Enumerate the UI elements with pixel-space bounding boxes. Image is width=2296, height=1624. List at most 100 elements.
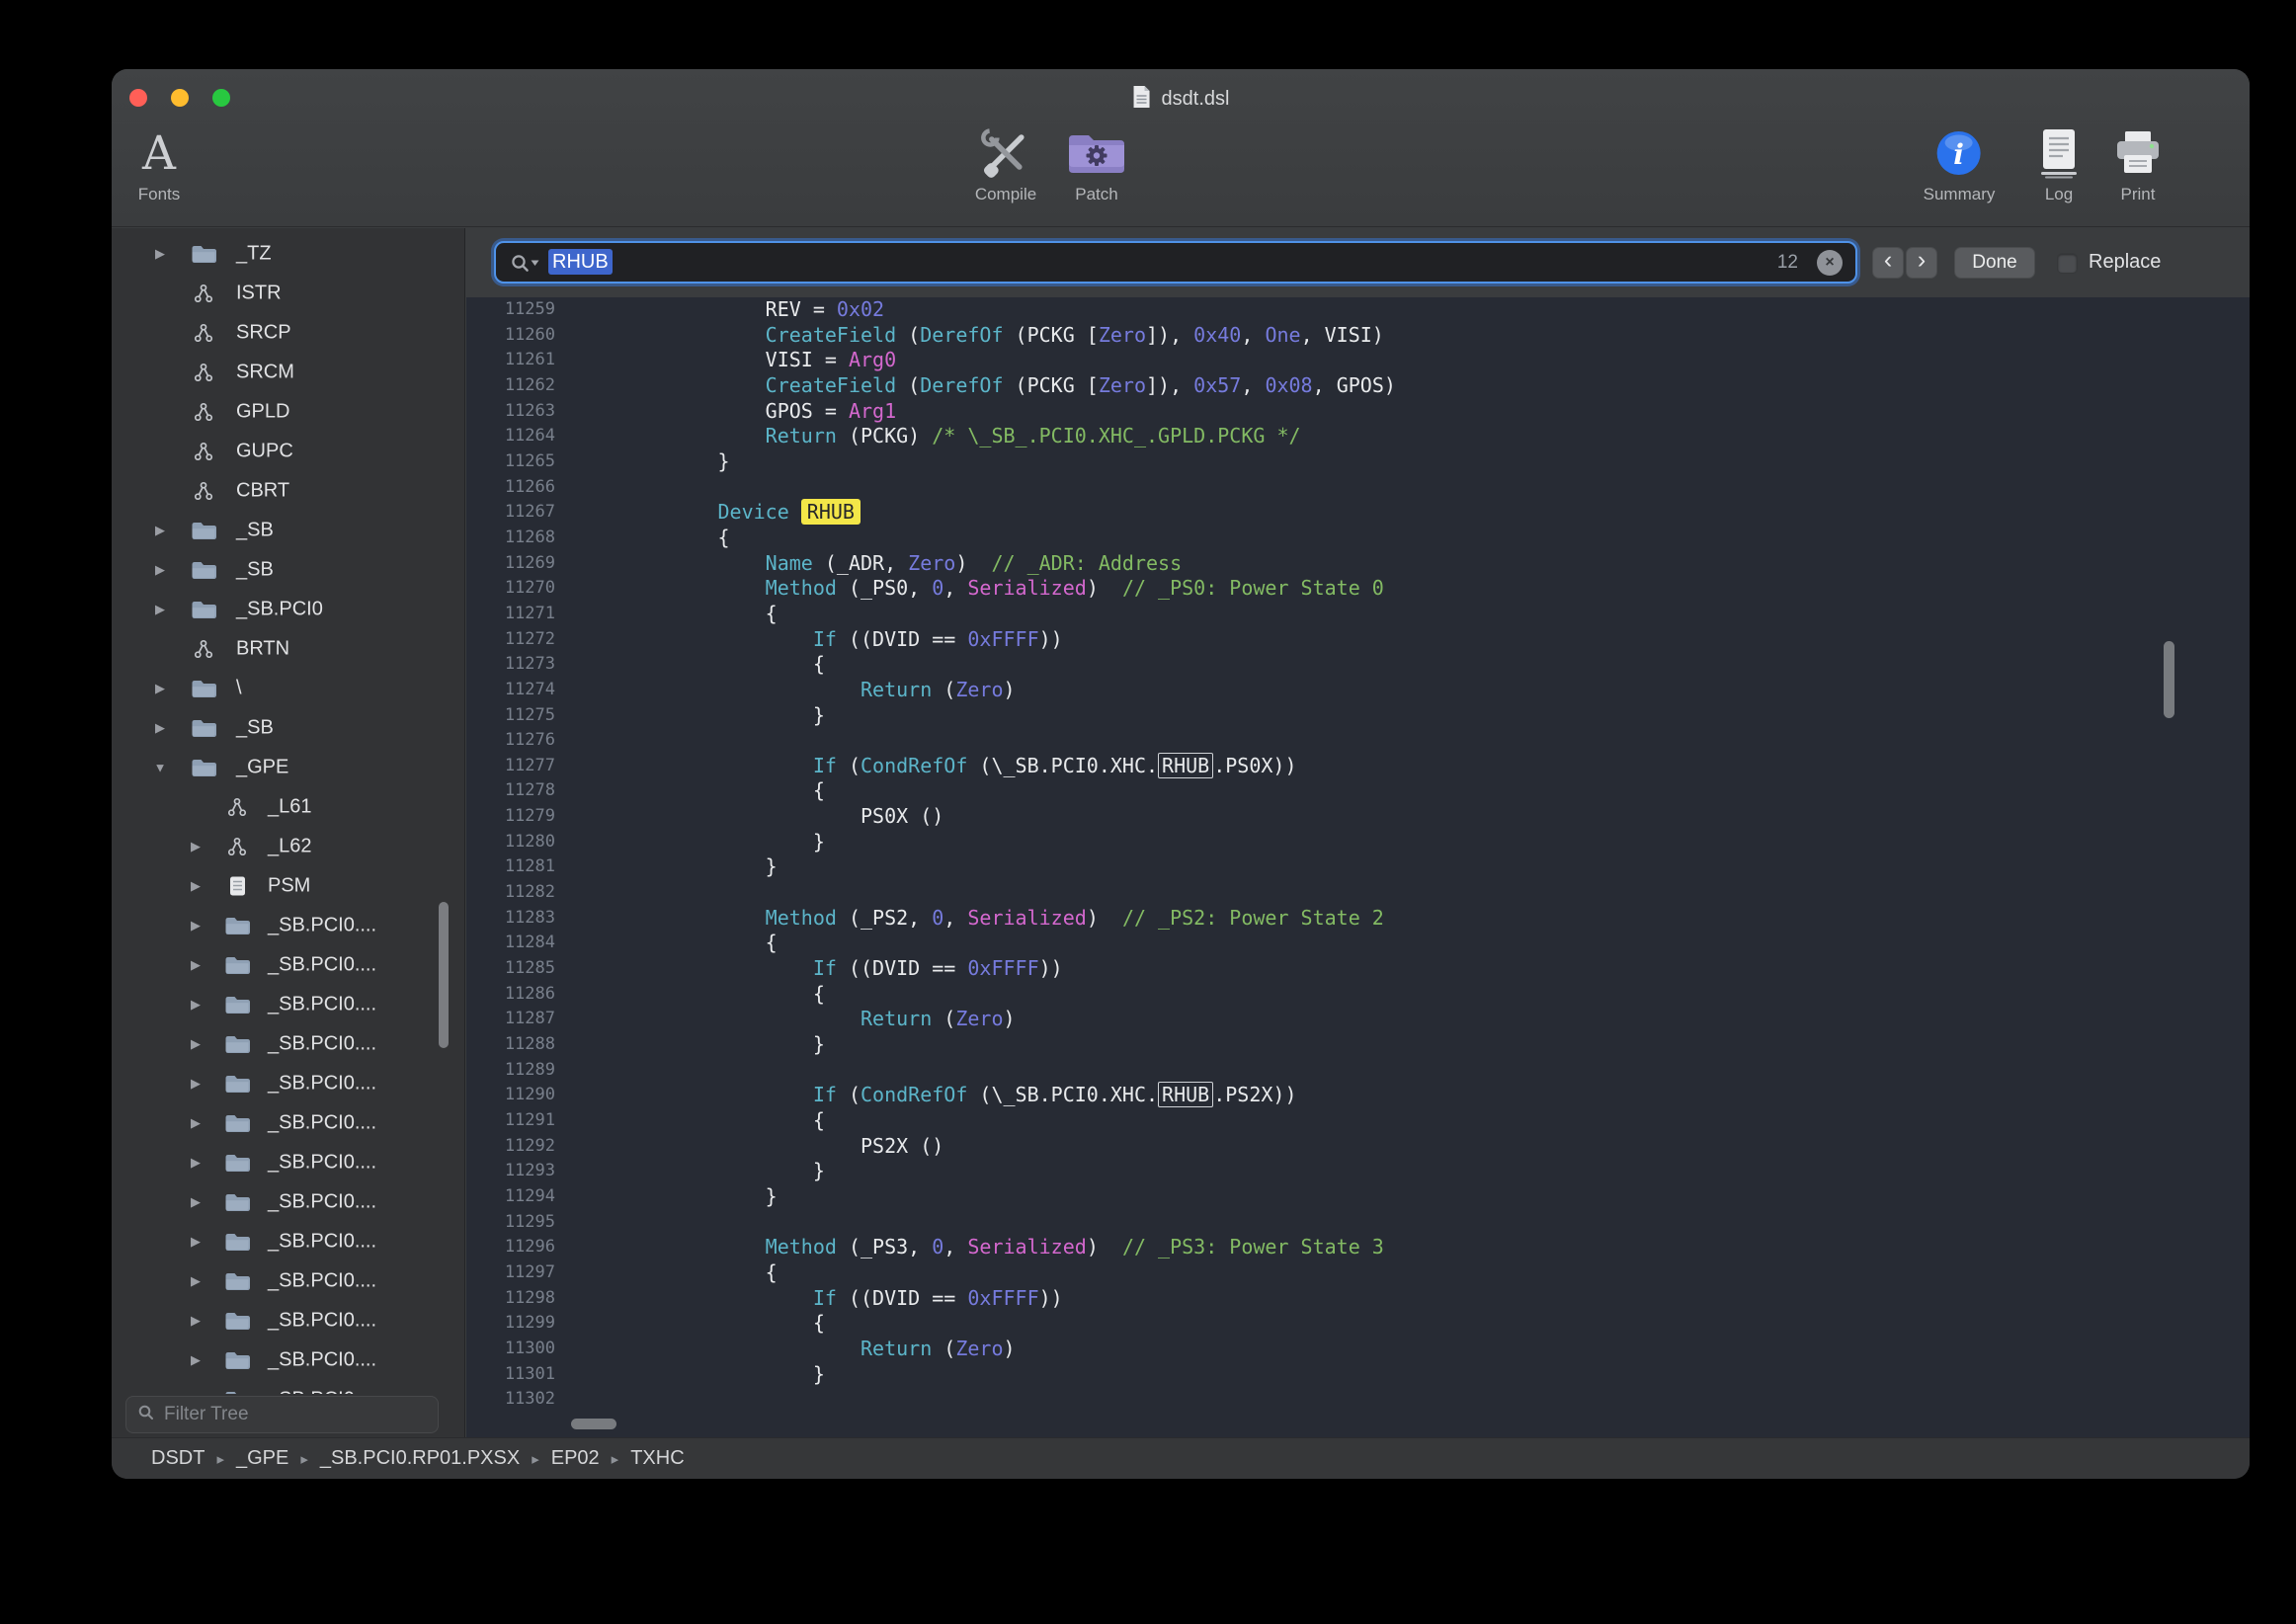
disclosure-collapsed-icon[interactable]: ▶	[187, 1036, 205, 1052]
disclosure-collapsed-icon[interactable]: ▶	[151, 602, 169, 617]
line-number: 11276	[466, 728, 555, 754]
sidebar-item-root[interactable]: ▶\	[112, 669, 464, 708]
method-icon	[224, 837, 250, 856]
method-icon	[191, 284, 216, 303]
minimize-button[interactable]	[171, 89, 189, 107]
zoom-button[interactable]	[212, 89, 230, 107]
sidebar-item-srcm[interactable]: SRCM	[112, 353, 464, 392]
sidebar-item-tz[interactable]: ▶_TZ	[112, 234, 464, 274]
disclosure-collapsed-icon[interactable]: ▶	[151, 720, 169, 736]
code-text: If ((DVID == 0xFFFF))	[555, 1286, 1063, 1312]
sidebar-item-sbpci0[interactable]: ▶_SB.PCI0	[112, 590, 464, 629]
find-previous-button[interactable]: ‹	[1872, 247, 1904, 279]
sidebar-item-istr[interactable]: ISTR	[112, 274, 464, 313]
replace-label: Replace	[2089, 251, 2161, 274]
disclosure-collapsed-icon[interactable]: ▶	[187, 1194, 205, 1210]
search-input[interactable]: RHUB 12 ×	[494, 241, 1857, 284]
sidebar-item-sbpci0[interactable]: ▶_SB.PCI0....	[112, 906, 464, 945]
filter-tree-field[interactable]	[125, 1396, 439, 1433]
disclosure-collapsed-icon[interactable]: ▶	[187, 1392, 205, 1394]
sidebar-item-gupc[interactable]: GUPC	[112, 432, 464, 471]
sidebar-item-sbpci0[interactable]: ▶_SB.PCI0....	[112, 1380, 464, 1394]
breadcrumb-item[interactable]: EP02	[551, 1447, 600, 1470]
disclosure-collapsed-icon[interactable]: ▶	[187, 957, 205, 973]
code-line: 11279 PS0X ()	[466, 804, 2250, 830]
breadcrumb-item[interactable]: TXHC	[630, 1447, 684, 1470]
disclosure-collapsed-icon[interactable]: ▶	[151, 523, 169, 538]
disclosure-collapsed-icon[interactable]: ▶	[187, 1313, 205, 1329]
document-proxy-icon	[1132, 85, 1152, 114]
disclosure-collapsed-icon[interactable]: ▶	[187, 1273, 205, 1289]
sidebar-item-cbrt[interactable]: CBRT	[112, 471, 464, 511]
disclosure-collapsed-icon[interactable]: ▶	[187, 839, 205, 854]
disclosure-collapsed-icon[interactable]: ▶	[187, 918, 205, 934]
disclosure-collapsed-icon[interactable]: ▶	[187, 1115, 205, 1131]
sidebar-item-sbpci0[interactable]: ▶_SB.PCI0....	[112, 1064, 464, 1103]
breadcrumb-item[interactable]: _GPE	[236, 1447, 288, 1470]
disclosure-collapsed-icon[interactable]: ▶	[187, 1234, 205, 1250]
folder-icon	[224, 916, 250, 935]
sidebar-item-gpe[interactable]: ▼_GPE	[112, 748, 464, 787]
line-number: 11286	[466, 982, 555, 1008]
code-editor[interactable]: 11259 REV = 0x0211260 CreateField (Deref…	[466, 297, 2250, 1437]
fonts-label: Fonts	[138, 185, 181, 204]
clear-search-button[interactable]: ×	[1817, 250, 1843, 276]
sidebar-item-sb[interactable]: ▶_SB	[112, 511, 464, 550]
search-icon[interactable]	[510, 253, 539, 273]
done-button[interactable]: Done	[1954, 247, 2035, 279]
sidebar-item-gpld[interactable]: GPLD	[112, 392, 464, 432]
sidebar-scrollbar[interactable]	[439, 902, 449, 1048]
replace-checkbox[interactable]	[2057, 253, 2078, 274]
code-line: 11289	[466, 1058, 2250, 1084]
disclosure-collapsed-icon[interactable]: ▶	[187, 1352, 205, 1368]
fonts-button[interactable]: A Fonts	[138, 126, 181, 204]
filter-tree-input[interactable]	[164, 1404, 427, 1425]
find-next-button[interactable]: ›	[1906, 247, 1937, 279]
disclosure-collapsed-icon[interactable]: ▶	[187, 1155, 205, 1171]
svg-text:i: i	[1954, 138, 1965, 171]
sidebar-item-sbpci0[interactable]: ▶_SB.PCI0....	[112, 1261, 464, 1301]
sidebar-item-brtn[interactable]: BRTN	[112, 629, 464, 669]
code-text: {	[555, 652, 825, 678]
sidebar-item-sbpci0[interactable]: ▶_SB.PCI0....	[112, 1301, 464, 1340]
sidebar-item-sbpci0[interactable]: ▶_SB.PCI0....	[112, 1024, 464, 1064]
sidebar-item-sbpci0[interactable]: ▶_SB.PCI0....	[112, 1182, 464, 1222]
disclosure-collapsed-icon[interactable]: ▶	[151, 246, 169, 262]
log-button[interactable]: Log	[2036, 126, 2082, 204]
sidebar-item-l62[interactable]: ▶_L62	[112, 827, 464, 866]
sidebar-item-sbpci0[interactable]: ▶_SB.PCI0....	[112, 1143, 464, 1182]
compile-button[interactable]: Compile	[975, 126, 1036, 204]
sidebar-item-sb[interactable]: ▶_SB	[112, 708, 464, 748]
breadcrumb-item[interactable]: DSDT	[151, 1447, 205, 1470]
breadcrumb-item[interactable]: _SB.PCI0.RP01.PXSX	[320, 1447, 520, 1470]
sidebar-item-sbpci0[interactable]: ▶_SB.PCI0....	[112, 1222, 464, 1261]
patch-button[interactable]: Patch	[1067, 126, 1126, 204]
code-line: 11275 }	[466, 703, 2250, 729]
sidebar-item-sbpci0[interactable]: ▶ _SB.PCI0....	[112, 945, 464, 985]
code-line: 11292 PS2X ()	[466, 1134, 2250, 1160]
disclosure-expanded-icon[interactable]: ▼	[151, 761, 169, 775]
sidebar-item-sbpci0[interactable]: ▶_SB.PCI0....	[112, 1340, 464, 1380]
folder-icon	[224, 1390, 250, 1394]
sidebar-item-label: _SB.PCI0....	[268, 954, 376, 977]
disclosure-collapsed-icon[interactable]: ▶	[187, 1076, 205, 1092]
disclosure-collapsed-icon[interactable]: ▶	[187, 878, 205, 894]
disclosure-collapsed-icon[interactable]: ▶	[151, 681, 169, 696]
line-number: 11265	[466, 449, 555, 475]
sidebar-item-l61[interactable]: _L61	[112, 787, 464, 827]
disclosure-collapsed-icon[interactable]: ▶	[151, 562, 169, 578]
maciasl-window: dsdt.dsl A Fonts Compile Patch i Summary	[112, 69, 2250, 1479]
sidebar-item-sbpci0[interactable]: ▶_SB.PCI0....	[112, 1103, 464, 1143]
close-button[interactable]	[129, 89, 147, 107]
print-button[interactable]: Print	[2113, 126, 2163, 204]
sidebar-item-psm[interactable]: ▶PSM	[112, 866, 464, 906]
summary-button[interactable]: i Summary	[1924, 126, 1996, 204]
line-number: 11272	[466, 627, 555, 653]
sidebar-item-sbpci0[interactable]: ▶_SB.PCI0....	[112, 985, 464, 1024]
sidebar-item-srcp[interactable]: SRCP	[112, 313, 464, 353]
editor-horizontal-scrollbar[interactable]	[571, 1419, 616, 1429]
editor-vertical-scrollbar[interactable]	[2164, 641, 2174, 718]
sidebar-item-label: _SB	[236, 559, 274, 582]
disclosure-collapsed-icon[interactable]: ▶	[187, 997, 205, 1013]
sidebar-item-sb[interactable]: ▶ _SB	[112, 550, 464, 590]
